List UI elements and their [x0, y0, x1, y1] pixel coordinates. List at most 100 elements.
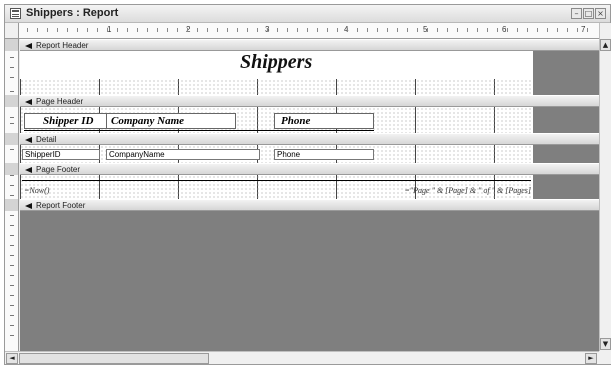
- ruler-tick: [217, 28, 218, 32]
- report-header-section[interactable]: Shippers: [20, 51, 533, 95]
- horizontal-scrollbar[interactable]: ◄ ►: [5, 351, 599, 364]
- ruler-tick: [167, 28, 168, 32]
- vertical-scrollbar[interactable]: ▲ ▼: [599, 23, 611, 351]
- ruler-tick: [57, 28, 58, 32]
- ruler-tick: [337, 28, 338, 32]
- horizontal-scroll-thumb[interactable]: [19, 353, 209, 364]
- ruler-tick: [477, 28, 478, 32]
- ruler-tick: [237, 28, 238, 32]
- ruler-tick: [267, 28, 268, 32]
- ruler-tick: [107, 28, 108, 32]
- report-design-surface[interactable]: Report Header Shippers Page Header Shipp…: [20, 39, 599, 351]
- ruler-tick: [397, 28, 398, 32]
- company-name-field[interactable]: CompanyName: [106, 149, 260, 160]
- ruler-tick: [117, 28, 118, 32]
- section-bar-page-header[interactable]: Page Header: [20, 95, 599, 107]
- window-title: Shippers : Report: [26, 7, 119, 19]
- date-expression[interactable]: =Now(): [24, 186, 49, 195]
- vertical-ruler[interactable]: [5, 39, 19, 351]
- ruler-tick: [147, 28, 148, 32]
- size-grip[interactable]: [599, 351, 611, 364]
- ruler-tick: [377, 28, 378, 32]
- horizontal-ruler[interactable]: 1 2 3 4 5 6 7: [19, 23, 599, 39]
- ruler-tick: [327, 28, 328, 32]
- ruler-tick: [517, 28, 518, 32]
- section-bar-page-footer[interactable]: Page Footer: [20, 163, 599, 175]
- ruler-tick: [527, 28, 528, 32]
- ruler-tick: [507, 28, 508, 32]
- ruler-tick: [447, 28, 448, 32]
- detail-section[interactable]: ShipperID CompanyName Phone: [20, 145, 533, 163]
- report-selector[interactable]: [5, 23, 19, 39]
- ruler-tick: [297, 28, 298, 32]
- ruler-tick: [417, 28, 418, 32]
- company-name-label[interactable]: Company Name: [106, 113, 236, 129]
- ruler-tick: [97, 28, 98, 32]
- section-bar-detail[interactable]: Detail: [20, 133, 599, 145]
- close-button[interactable]: ×: [595, 8, 606, 19]
- ruler-tick: [497, 28, 498, 32]
- ruler-tick: [77, 28, 78, 32]
- footer-rule: [22, 180, 531, 181]
- ruler-tick: [37, 28, 38, 32]
- ruler-tick: [87, 28, 88, 32]
- ruler-tick: [457, 28, 458, 32]
- section-arrow-icon: [25, 137, 32, 143]
- shipper-id-label[interactable]: Shipper ID: [24, 113, 107, 129]
- shipper-id-field[interactable]: ShipperID: [22, 149, 100, 160]
- title-bar[interactable]: Shippers : Report – □ ×: [5, 5, 610, 23]
- phone-label[interactable]: Phone: [274, 113, 374, 129]
- section-label: Detail: [36, 135, 57, 144]
- ruler-tick: [197, 28, 198, 32]
- ruler-tick: [567, 28, 568, 32]
- ruler-tick: [257, 28, 258, 32]
- scroll-up-button[interactable]: ▲: [600, 39, 611, 51]
- ruler-tick: [67, 28, 68, 32]
- scroll-left-button[interactable]: ◄: [6, 353, 18, 364]
- report-title-label[interactable]: Shippers: [240, 51, 312, 74]
- section-bar-report-header[interactable]: Report Header: [20, 39, 599, 51]
- ruler-tick: [577, 28, 578, 32]
- ruler-tick: [227, 28, 228, 32]
- maximize-button[interactable]: □: [583, 8, 594, 19]
- ruler-tick: [47, 28, 48, 32]
- ruler-tick: [207, 28, 208, 32]
- ruler-tick: [437, 28, 438, 32]
- ruler-tick: [557, 28, 558, 32]
- ruler-tick: [317, 28, 318, 32]
- ruler-tick: [407, 28, 408, 32]
- ruler-tick: [177, 28, 178, 32]
- phone-field[interactable]: Phone: [274, 149, 374, 160]
- page-number-expression[interactable]: ="Page " & [Page] & " of " & [Pages]: [365, 186, 531, 195]
- section-arrow-icon: [25, 43, 32, 49]
- ruler-tick: [587, 28, 588, 32]
- section-label: Report Footer: [36, 201, 86, 210]
- scroll-right-button[interactable]: ►: [585, 353, 597, 364]
- section-arrow-icon: [25, 167, 32, 173]
- scroll-down-button[interactable]: ▼: [600, 338, 611, 350]
- ruler-tick: [277, 28, 278, 32]
- ruler-tick: [427, 28, 428, 32]
- report-window: Shippers : Report – □ × 1 2 3 4 5 6 7 Re…: [4, 4, 611, 365]
- ruler-number: 7: [581, 25, 586, 34]
- report-icon[interactable]: [10, 8, 21, 19]
- page-footer-section[interactable]: =Now() ="Page " & [Page] & " of " & [Pag…: [20, 175, 533, 199]
- page-header-section[interactable]: Shipper ID Company Name Phone: [20, 107, 533, 133]
- ruler-tick: [357, 28, 358, 32]
- section-label: Page Footer: [36, 165, 81, 174]
- section-label: Page Header: [36, 97, 84, 106]
- ruler-tick: [247, 28, 248, 32]
- section-arrow-icon: [25, 99, 32, 105]
- ruler-tick: [547, 28, 548, 32]
- ruler-tick: [127, 28, 128, 32]
- ruler-tick: [307, 28, 308, 32]
- section-label: Report Header: [36, 41, 89, 50]
- ruler-tick: [27, 28, 28, 32]
- ruler-tick: [347, 28, 348, 32]
- ruler-tick: [487, 28, 488, 32]
- section-bar-report-footer[interactable]: Report Footer: [20, 199, 599, 211]
- ruler-tick: [467, 28, 468, 32]
- ruler-tick: [537, 28, 538, 32]
- minimize-button[interactable]: –: [571, 8, 582, 19]
- ruler-tick: [157, 28, 158, 32]
